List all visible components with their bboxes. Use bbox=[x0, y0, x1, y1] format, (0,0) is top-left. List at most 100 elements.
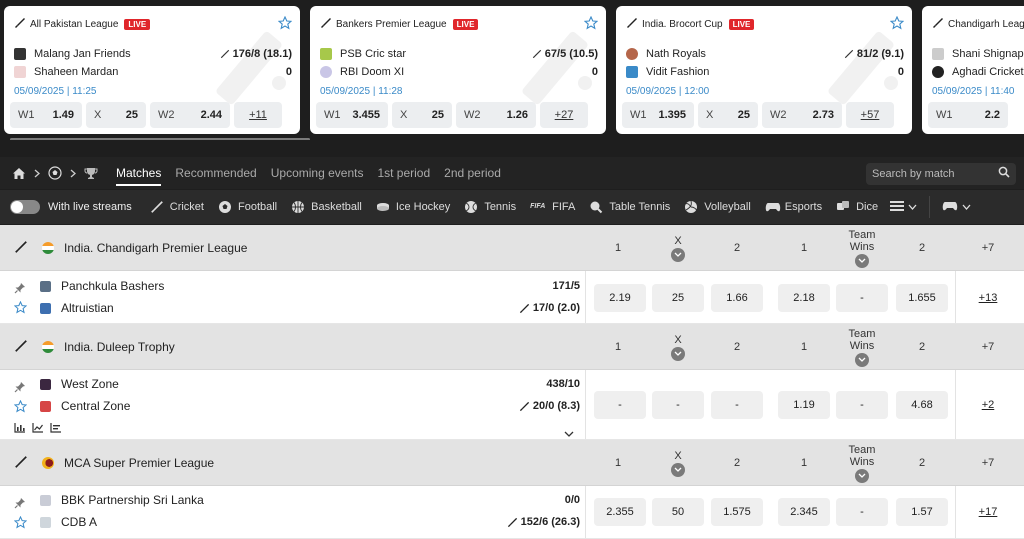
esports-menu[interactable] bbox=[942, 199, 971, 216]
odd-cell-team-wins[interactable]: - bbox=[836, 284, 888, 312]
chevron-down-icon[interactable] bbox=[671, 247, 685, 262]
football-icon[interactable] bbox=[48, 166, 62, 180]
live-match-card[interactable]: India. Brocort Cup LIVE Nath Royals 81/2… bbox=[616, 6, 912, 134]
tab-recommended[interactable]: Recommended bbox=[175, 157, 256, 189]
odd-button-w2[interactable]: W2 2.44 bbox=[150, 102, 230, 128]
odd-button-w1[interactable]: W1 1.395 bbox=[622, 102, 694, 128]
trophy-icon[interactable] bbox=[84, 167, 98, 180]
odd-cell-1[interactable]: 2.19 bbox=[594, 284, 646, 312]
odd-button-w2[interactable]: W2 2.73 bbox=[762, 102, 842, 128]
team-row: Vidit Fashion 0 bbox=[626, 64, 904, 80]
chevron-down-icon[interactable] bbox=[855, 352, 869, 367]
match-date: 05/09/2025 | 11:25 bbox=[14, 86, 97, 97]
odd-cell-team-1[interactable]: 2.345 bbox=[778, 498, 830, 526]
odd-cell-x[interactable]: 50 bbox=[652, 498, 704, 526]
more-markets-button[interactable]: +11 bbox=[234, 102, 282, 128]
odd-button-w1[interactable]: W1 2.2 bbox=[928, 102, 1008, 128]
odd-cell-1[interactable]: 2.355 bbox=[594, 498, 646, 526]
odd-cell-1[interactable]: - bbox=[594, 391, 646, 419]
more-columns[interactable]: +7 bbox=[964, 225, 1012, 271]
sport-tennis[interactable]: Tennis bbox=[464, 200, 516, 214]
match-row[interactable]: Panchkula Bashers 171/5 Altruistian 17/0… bbox=[0, 271, 1024, 324]
odd-button-w2[interactable]: W2 1.26 bbox=[456, 102, 536, 128]
odd-cell-2[interactable]: 1.575 bbox=[711, 498, 763, 526]
batting-icon bbox=[220, 49, 229, 59]
fifa-icon: FIFA bbox=[530, 203, 546, 210]
tab-matches[interactable]: Matches bbox=[116, 157, 162, 189]
chevron-down-icon[interactable] bbox=[671, 462, 685, 477]
sport-volleyball[interactable]: Volleyball bbox=[684, 200, 751, 214]
cricket-icon bbox=[626, 17, 638, 32]
odd-cell-team-2[interactable]: 1.655 bbox=[896, 284, 948, 312]
odd-button-w1[interactable]: W1 3.455 bbox=[316, 102, 388, 128]
odd-cell-team-wins[interactable]: - bbox=[836, 391, 888, 419]
sport-basketball[interactable]: Basketball bbox=[291, 200, 362, 214]
pin-icon[interactable] bbox=[14, 380, 26, 398]
sport-football[interactable]: Football bbox=[218, 200, 277, 214]
odd-button-x[interactable]: X 25 bbox=[698, 102, 758, 128]
team-name: West Zone bbox=[61, 377, 119, 391]
live-streams-label: With live streams bbox=[48, 201, 132, 213]
sport-ice-hockey[interactable]: Ice Hockey bbox=[376, 200, 450, 214]
more-markets-link[interactable]: +13 bbox=[964, 284, 1012, 312]
more-sports-menu[interactable] bbox=[890, 200, 917, 215]
favorite-star-icon[interactable] bbox=[13, 300, 28, 319]
league-header[interactable]: India. Chandigarh Premier League 1 X 2 1… bbox=[0, 225, 1024, 271]
search-icon[interactable] bbox=[998, 165, 1010, 183]
list-icon[interactable] bbox=[50, 420, 62, 438]
favorite-star-icon[interactable] bbox=[13, 515, 28, 534]
bar-chart-icon[interactable] bbox=[14, 420, 26, 438]
favorite-star-icon[interactable] bbox=[583, 15, 599, 30]
match-row[interactable]: West Zone 438/10 Central Zone 20/0 (8.3)… bbox=[0, 370, 1024, 440]
chevron-down-icon[interactable] bbox=[855, 253, 869, 268]
more-columns[interactable]: +7 bbox=[964, 324, 1012, 370]
favorite-star-icon[interactable] bbox=[889, 15, 905, 30]
odd-cell-team-wins[interactable]: - bbox=[836, 498, 888, 526]
sport-cricket[interactable]: Cricket bbox=[150, 200, 204, 214]
odd-cell-x[interactable]: 25 bbox=[652, 284, 704, 312]
league-header[interactable]: India. Duleep Trophy 1 X 2 1 Team Wins 2… bbox=[0, 324, 1024, 370]
more-columns[interactable]: +7 bbox=[964, 440, 1012, 486]
favorite-star-icon[interactable] bbox=[277, 15, 293, 30]
pin-icon[interactable] bbox=[14, 496, 26, 514]
sport-esports[interactable]: Esports bbox=[765, 200, 822, 214]
odd-button-x[interactable]: X 25 bbox=[392, 102, 452, 128]
chevron-down-icon[interactable] bbox=[855, 468, 869, 483]
odd-button-w1[interactable]: W1 1.49 bbox=[10, 102, 82, 128]
pin-icon[interactable] bbox=[14, 281, 26, 299]
more-markets-button[interactable]: +57 bbox=[846, 102, 894, 128]
odd-cell-team-1[interactable]: 1.19 bbox=[778, 391, 830, 419]
search-input[interactable] bbox=[872, 168, 992, 180]
league-header[interactable]: MCA Super Premier League 1 X 2 1 Team Wi… bbox=[0, 440, 1024, 486]
sport-fifa[interactable]: FIFA FIFA bbox=[530, 200, 575, 214]
odd-cell-2[interactable]: - bbox=[711, 391, 763, 419]
cards-scrollbar[interactable] bbox=[10, 138, 310, 140]
sport-dice[interactable]: Dice bbox=[836, 200, 878, 214]
live-match-card[interactable]: All Pakistan League LIVE Malang Jan Frie… bbox=[4, 6, 300, 134]
more-markets-link[interactable]: +17 bbox=[964, 498, 1012, 526]
chevron-down-icon[interactable] bbox=[671, 346, 685, 361]
line-chart-icon[interactable] bbox=[32, 420, 44, 438]
tab-upcoming-events[interactable]: Upcoming events bbox=[271, 157, 364, 189]
matches-nav-bar: Matches Recommended Upcoming events 1st … bbox=[0, 157, 1024, 189]
favorite-star-icon[interactable] bbox=[13, 399, 28, 418]
home-icon[interactable] bbox=[12, 167, 26, 180]
odd-button-x[interactable]: X 25 bbox=[86, 102, 146, 128]
more-markets-button[interactable]: +27 bbox=[540, 102, 588, 128]
sport-table-tennis[interactable]: Table Tennis bbox=[589, 200, 670, 214]
odd-cell-x[interactable]: - bbox=[652, 391, 704, 419]
team-score: 20/0 (8.3) bbox=[532, 400, 580, 412]
match-row[interactable]: BBK Partnership Sri Lanka 0/0 CDB A 152/… bbox=[0, 486, 1024, 539]
tab-2nd-period[interactable]: 2nd period bbox=[444, 157, 501, 189]
odd-cell-team-1[interactable]: 2.18 bbox=[778, 284, 830, 312]
live-streams-toggle[interactable] bbox=[10, 200, 40, 214]
odd-cell-team-2[interactable]: 1.57 bbox=[896, 498, 948, 526]
more-markets-link[interactable]: +2 bbox=[964, 391, 1012, 419]
live-match-card[interactable]: Bankers Premier League LIVE PSB Cric sta… bbox=[310, 6, 606, 134]
tab-1st-period[interactable]: 1st period bbox=[377, 157, 430, 189]
cricket-icon bbox=[14, 455, 28, 472]
live-match-card[interactable]: Chandigarh Leag Shani Shignapu Aghadi Cr… bbox=[922, 6, 1024, 134]
odd-cell-team-2[interactable]: 4.68 bbox=[896, 391, 948, 419]
cricket-icon bbox=[150, 200, 164, 214]
odd-cell-2[interactable]: 1.66 bbox=[711, 284, 763, 312]
